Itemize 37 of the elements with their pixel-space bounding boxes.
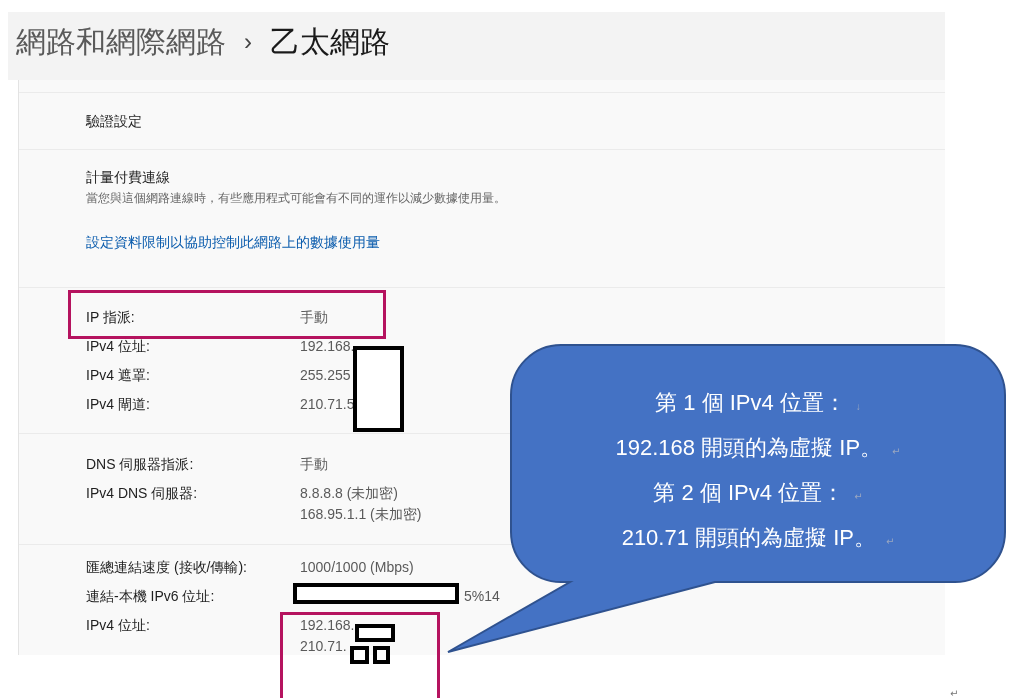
data-limit-link[interactable]: 設定資料限制以協助控制此網路上的數據使用量 bbox=[86, 230, 380, 254]
section-description: 當您與這個網路連線時，有些應用程式可能會有不同的運作以減少數據使用量。 bbox=[86, 191, 507, 206]
section-title: 計量付費連線 bbox=[86, 168, 170, 187]
property-label: IPv4 遮罩: bbox=[86, 366, 151, 385]
property-label: IPv4 位址: bbox=[86, 337, 151, 356]
property-value: 手動 bbox=[300, 308, 328, 327]
breadcrumb-separator: › bbox=[244, 27, 252, 57]
property-value: 8.8.8.8 (未加密) bbox=[300, 484, 400, 503]
property-value: 168.95.1.1 (未加密) bbox=[300, 505, 422, 524]
property-label: 匯總連結速度 (接收/傳輸): bbox=[86, 558, 248, 577]
callout-text: 第 2 個 IPv4 位置： bbox=[653, 479, 845, 507]
callout-text: 192.168 開頭的為虛擬 IP。 bbox=[615, 434, 883, 462]
settings-item[interactable]: 驗證設定 bbox=[86, 109, 142, 133]
paragraph-mark: ↵ bbox=[854, 490, 863, 504]
property-value: 210.71.5 bbox=[300, 395, 355, 414]
property-label: DNS 伺服器指派: bbox=[86, 455, 195, 474]
property-value: 192.168. bbox=[300, 616, 355, 635]
property-label: IPv4 閘道: bbox=[86, 395, 151, 414]
property-value: 5%14 bbox=[464, 587, 500, 606]
property-label: IPv4 DNS 伺服器: bbox=[86, 484, 199, 503]
paragraph-mark: ↵ bbox=[950, 688, 959, 698]
breadcrumb-parent[interactable]: 網路和網際網路 bbox=[16, 22, 226, 62]
property-value: 192.168. bbox=[300, 337, 355, 356]
property-label: IP 指派: bbox=[86, 308, 136, 327]
callout-text: 第 1 個 IPv4 位置： bbox=[655, 389, 846, 417]
property-value: 255.255 bbox=[300, 366, 351, 385]
property-value: 手動 bbox=[300, 455, 328, 474]
property-value: 1000/1000 (Mbps) bbox=[300, 558, 414, 577]
property-label: 連結-本機 IPv6 位址: bbox=[86, 587, 216, 606]
redaction-box bbox=[355, 624, 395, 642]
callout-text: 210.71 開頭的為虛擬 IP。 bbox=[621, 524, 876, 552]
paragraph-mark: ↓ bbox=[855, 400, 861, 414]
property-label: IPv4 位址: bbox=[86, 616, 151, 635]
paragraph-mark: ↵ bbox=[885, 535, 895, 549]
paragraph-mark: ↵ bbox=[892, 445, 901, 459]
property-value: 210.71. bbox=[300, 637, 348, 656]
page-title: 乙太網路 bbox=[270, 24, 390, 60]
